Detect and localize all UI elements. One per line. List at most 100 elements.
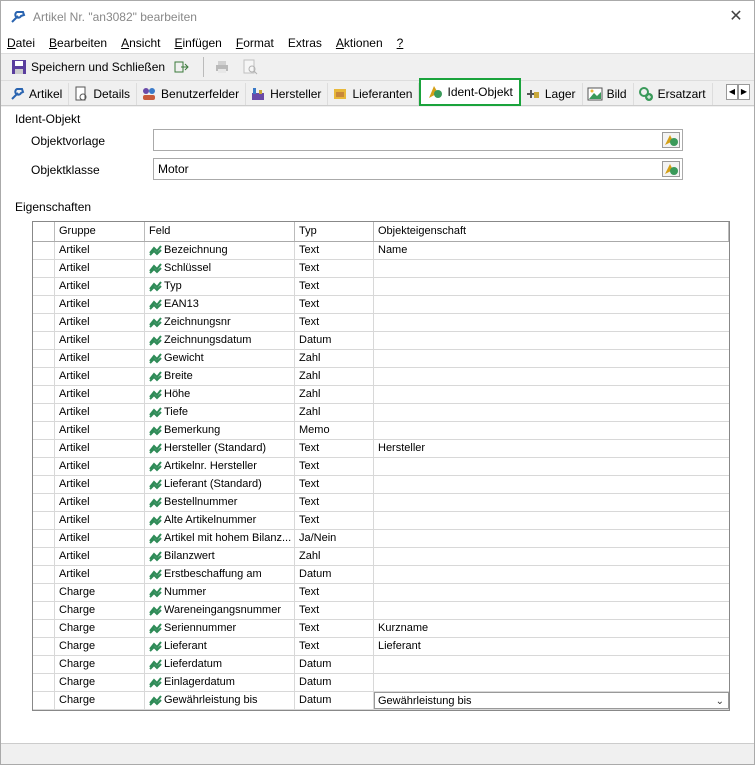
menu-format[interactable]: Format	[236, 36, 274, 50]
row-indicator[interactable]	[33, 278, 55, 295]
object-template-field[interactable]	[153, 129, 683, 151]
column-header-typ[interactable]: Typ	[295, 222, 374, 241]
cell-objekteigenschaft[interactable]	[374, 476, 729, 493]
cell-objekteigenschaft[interactable]	[374, 296, 729, 313]
row-indicator[interactable]	[33, 368, 55, 385]
tab-details[interactable]: Details	[69, 83, 138, 105]
table-row[interactable]: Charge Lieferdatum Datum	[33, 656, 729, 674]
row-indicator[interactable]	[33, 440, 55, 457]
cell-objekteigenschaft[interactable]	[374, 674, 729, 691]
menu-datei[interactable]: Datei	[7, 36, 35, 50]
table-row[interactable]: Artikel Typ Text	[33, 278, 729, 296]
table-row[interactable]: Artikel Höhe Zahl	[33, 386, 729, 404]
row-indicator[interactable]	[33, 260, 55, 277]
table-row[interactable]: Artikel Artikel mit hohem Bilanz... Ja/Nei…	[33, 530, 729, 548]
row-indicator[interactable]	[33, 458, 55, 475]
table-row[interactable]: Charge Nummer Text	[33, 584, 729, 602]
row-indicator[interactable]	[33, 296, 55, 313]
cell-objekteigenschaft[interactable]	[374, 458, 729, 475]
cell-objekteigenschaft[interactable]	[374, 350, 729, 367]
tab-scroll-left-icon[interactable]: ◀	[726, 84, 738, 100]
cell-objekteigenschaft[interactable]: Name	[374, 242, 729, 259]
table-row[interactable]: Artikel Erstbeschaffung am Datum	[33, 566, 729, 584]
row-indicator[interactable]	[33, 476, 55, 493]
cell-objekteigenschaft[interactable]	[374, 314, 729, 331]
tab-ersatzart[interactable]: Ersatzart	[633, 83, 713, 105]
row-indicator[interactable]	[33, 620, 55, 637]
table-row[interactable]: Artikel Tiefe Zahl	[33, 404, 729, 422]
table-row[interactable]: Artikel Alte Artikelnummer Text	[33, 512, 729, 530]
cell-objekteigenschaft[interactable]: Lieferant	[374, 638, 729, 655]
menu-bearbeiten[interactable]: Bearbeiten	[49, 36, 107, 50]
row-indicator[interactable]	[33, 512, 55, 529]
tab-benutzerfelder[interactable]: Benutzerfelder	[137, 83, 247, 105]
row-indicator[interactable]	[33, 332, 55, 349]
cell-objekteigenschaft[interactable]	[374, 584, 729, 601]
table-row[interactable]: Artikel Hersteller (Standard) Text Herstell…	[33, 440, 729, 458]
menu-help[interactable]: ?	[397, 36, 404, 50]
print-preview-button[interactable]	[238, 56, 266, 78]
row-indicator[interactable]	[33, 386, 55, 403]
row-indicator[interactable]	[33, 602, 55, 619]
cell-objekteigenschaft[interactable]	[374, 548, 729, 565]
row-indicator[interactable]	[33, 494, 55, 511]
cell-objekteigenschaft[interactable]	[374, 656, 729, 673]
table-row[interactable]: Artikel Zeichnungsdatum Datum	[33, 332, 729, 350]
menu-einfgen[interactable]: Einfügen	[174, 36, 221, 50]
menu-ansicht[interactable]: Ansicht	[121, 36, 160, 50]
cell-objekteigenschaft[interactable]	[374, 332, 729, 349]
table-row[interactable]: Artikel Artikelnr. Hersteller Text	[33, 458, 729, 476]
object-class-picker-button[interactable]	[662, 161, 680, 177]
menu-aktionen[interactable]: Aktionen	[336, 36, 383, 50]
row-indicator[interactable]	[33, 350, 55, 367]
cell-objekteigenschaft[interactable]	[374, 404, 729, 421]
table-row[interactable]: Artikel Gewicht Zahl	[33, 350, 729, 368]
column-header-feld[interactable]: Feld	[145, 222, 295, 241]
tab-scroll-right-icon[interactable]: ▶	[738, 84, 750, 100]
row-indicator[interactable]	[33, 584, 55, 601]
tab-bild[interactable]: Bild	[582, 83, 634, 105]
menu-extras[interactable]: Extras	[288, 36, 322, 50]
chevron-down-icon[interactable]: ⌄	[716, 693, 724, 708]
cell-objekteigenschaft[interactable]	[374, 368, 729, 385]
cell-objekteigenschaft[interactable]	[374, 260, 729, 277]
column-header-gruppe[interactable]: Gruppe	[55, 222, 145, 241]
table-row[interactable]: Artikel EAN13 Text	[33, 296, 729, 314]
row-indicator[interactable]	[33, 656, 55, 673]
cell-objekteigenschaft[interactable]	[374, 494, 729, 511]
close-icon[interactable]: ✕	[726, 7, 746, 27]
row-indicator[interactable]	[33, 674, 55, 691]
table-row[interactable]: Artikel Schlüssel Text	[33, 260, 729, 278]
table-row[interactable]: Artikel Breite Zahl	[33, 368, 729, 386]
table-row[interactable]: Charge Gewährleistung bis Datum Gewährleist…	[33, 692, 729, 710]
table-row[interactable]: Charge Wareneingangsnummer Text	[33, 602, 729, 620]
cell-objekteigenschaft[interactable]	[374, 386, 729, 403]
print-button[interactable]	[210, 56, 238, 78]
cell-objekteigenschaft[interactable]: Kurzname	[374, 620, 729, 637]
row-indicator[interactable]	[33, 404, 55, 421]
row-indicator[interactable]	[33, 566, 55, 583]
row-indicator[interactable]	[33, 422, 55, 439]
table-row[interactable]: Charge Einlagerdatum Datum	[33, 674, 729, 692]
tab-lager[interactable]: Lager	[520, 83, 583, 105]
tab-artikel[interactable]: Artikel	[5, 83, 70, 105]
table-row[interactable]: Artikel Zeichnungsnr Text	[33, 314, 729, 332]
tab-lieferanten[interactable]: Lieferanten	[328, 83, 420, 105]
cell-objekteigenschaft[interactable]	[374, 278, 729, 295]
cell-objekteigenschaft[interactable]: Gewährleistung bis ⌄	[374, 692, 729, 709]
row-indicator[interactable]	[33, 242, 55, 259]
object-class-field[interactable]: Motor	[153, 158, 683, 180]
table-row[interactable]: Artikel Bilanzwert Zahl	[33, 548, 729, 566]
table-row[interactable]: Artikel Bemerkung Memo	[33, 422, 729, 440]
table-row[interactable]: Artikel Lieferant (Standard) Text	[33, 476, 729, 494]
cell-objekteigenschaft[interactable]	[374, 602, 729, 619]
table-row[interactable]: Artikel Bestellnummer Text	[33, 494, 729, 512]
row-indicator[interactable]	[33, 638, 55, 655]
object-template-picker-button[interactable]	[662, 132, 680, 148]
row-indicator[interactable]	[33, 314, 55, 331]
row-indicator[interactable]	[33, 548, 55, 565]
column-header-objekteigenschaft[interactable]: Objekteigenschaft	[374, 222, 729, 241]
transfer-button[interactable]	[169, 56, 197, 78]
row-indicator[interactable]	[33, 692, 55, 709]
cell-objekteigenschaft[interactable]: Hersteller	[374, 440, 729, 457]
